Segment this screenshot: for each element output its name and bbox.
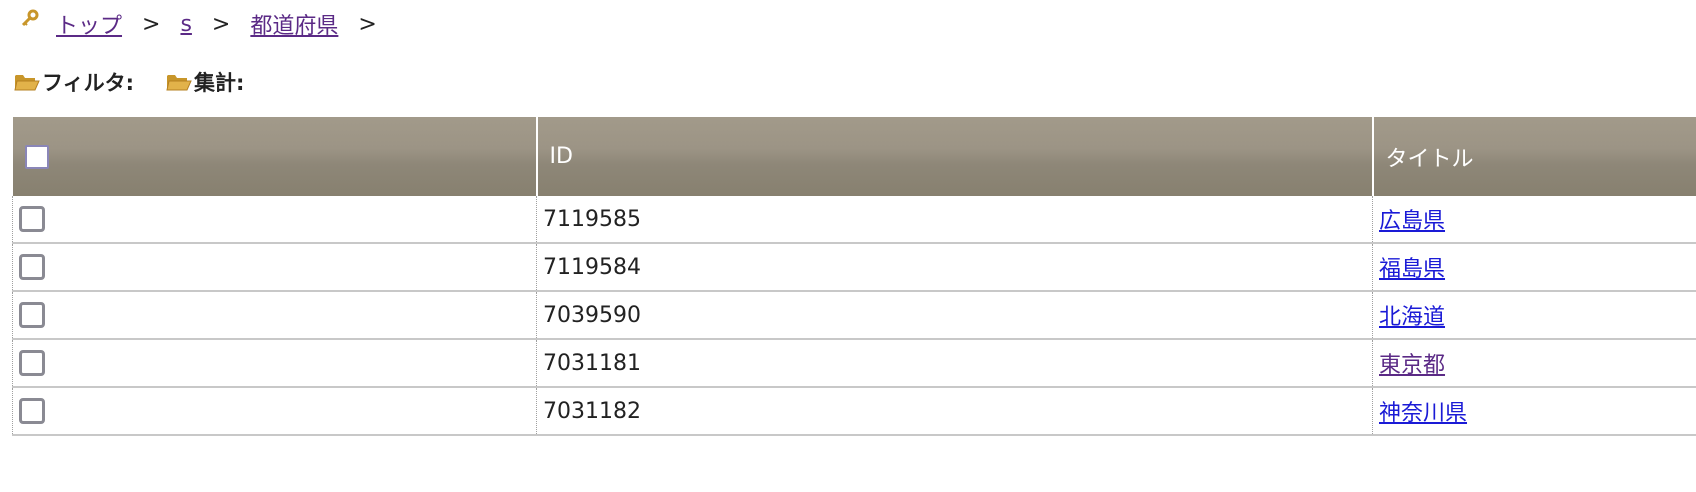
records-table: ID タイトル 7119585 広島県 7119584 福島県 7039590 …: [12, 117, 1696, 436]
breadcrumb-link-top[interactable]: トップ: [56, 8, 122, 40]
row-title-link[interactable]: 広島県: [1379, 209, 1445, 234]
row-title-link[interactable]: 神奈川県: [1379, 401, 1467, 426]
link-icon: [21, 9, 39, 27]
row-title-cell: 北海道: [1372, 291, 1696, 340]
row-title-link[interactable]: 北海道: [1379, 305, 1445, 330]
row-select-cell: [12, 196, 537, 244]
breadcrumb-link-prefectures[interactable]: 都道府県: [250, 8, 338, 40]
aggregate-button[interactable]: 集計:: [166, 67, 244, 97]
row-checkbox[interactable]: [19, 302, 45, 328]
table-header-row: ID タイトル: [12, 117, 1696, 196]
table-row: 7119584 福島県: [12, 243, 1696, 292]
row-id: 7031182: [536, 387, 1373, 436]
filter-label: フィルタ:: [42, 71, 134, 95]
row-select-cell: [12, 291, 537, 340]
select-all-header: [12, 117, 537, 196]
breadcrumb-separator: >: [211, 11, 231, 37]
aggregate-label: 集計:: [193, 71, 245, 95]
row-title-cell: 神奈川県: [1372, 387, 1696, 436]
row-title-cell: 東京都: [1372, 339, 1696, 388]
column-header-title[interactable]: タイトル: [1371, 117, 1696, 196]
filter-button[interactable]: フィルタ:: [14, 67, 134, 97]
row-title-cell: 福島県: [1372, 243, 1696, 292]
select-all-checkbox[interactable]: [24, 145, 49, 169]
folder-open-icon: [14, 75, 40, 91]
row-checkbox[interactable]: [19, 254, 45, 280]
table-row: 7031182 神奈川県: [12, 387, 1696, 436]
row-select-cell: [12, 339, 537, 388]
row-select-cell: [12, 387, 537, 436]
table-row: 7119585 広島県: [12, 196, 1696, 244]
row-title-link[interactable]: 福島県: [1379, 257, 1445, 282]
breadcrumb: トップ > s > 都道府県 >: [18, 6, 397, 42]
row-id: 7119584: [536, 243, 1373, 292]
breadcrumb-separator: >: [142, 11, 161, 37]
row-id: 7119585: [536, 196, 1373, 244]
row-select-cell: [12, 243, 537, 292]
toolbar: フィルタ: 集計:: [14, 66, 276, 98]
row-checkbox[interactable]: [19, 206, 45, 232]
row-id: 7031181: [536, 339, 1373, 388]
column-header-id[interactable]: ID: [535, 117, 1373, 196]
row-checkbox[interactable]: [19, 398, 45, 424]
table-row: 7031181 東京都: [12, 339, 1696, 388]
breadcrumb-link-s[interactable]: s: [180, 12, 191, 37]
row-checkbox[interactable]: [19, 350, 45, 376]
breadcrumb-separator: >: [358, 11, 377, 37]
row-title-cell: 広島県: [1372, 196, 1696, 244]
row-title-link[interactable]: 東京都: [1379, 353, 1445, 378]
table-row: 7039590 北海道: [12, 291, 1696, 340]
row-id: 7039590: [536, 291, 1373, 340]
folder-open-icon: [166, 75, 192, 91]
